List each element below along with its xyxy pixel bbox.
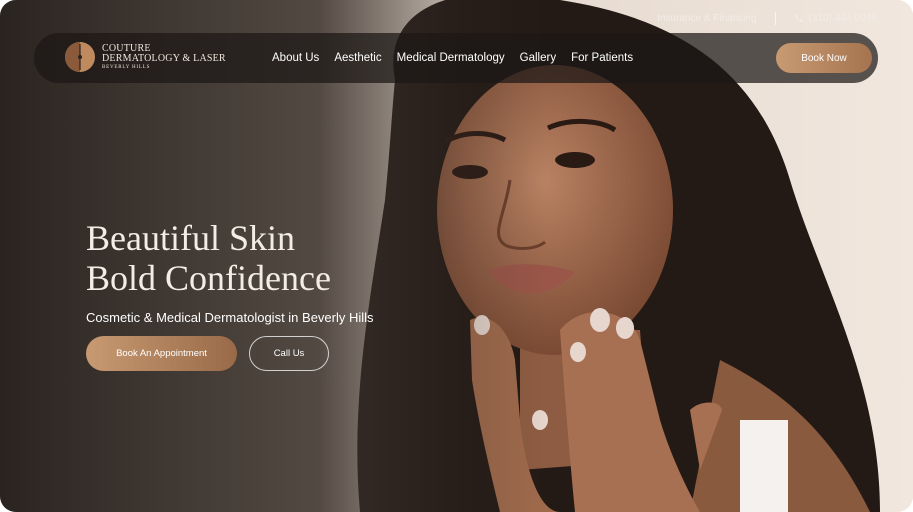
hero-cta-group: Book An Appointment Call Us [86, 336, 329, 371]
book-now-button[interactable]: Book Now [776, 43, 872, 73]
phone-icon [794, 14, 803, 22]
nav-item-about-us[interactable]: About Us [272, 52, 319, 64]
nav-item-for-patients[interactable]: For Patients [571, 52, 633, 64]
logo-mark-icon [65, 42, 95, 72]
nav-item-medical-dermatology[interactable]: Medical Dermatology [397, 52, 505, 64]
utility-divider [774, 11, 776, 25]
book-appointment-button[interactable]: Book An Appointment [86, 336, 237, 371]
main-navbar: COUTURE DERMATOLOGY & LASER BEVERLY HILL… [34, 33, 878, 83]
call-us-button[interactable]: Call Us [249, 336, 329, 371]
hero-headline-line-1: Beautiful Skin [86, 218, 295, 258]
site-logo[interactable]: COUTURE DERMATOLOGY & LASER BEVERLY HILL… [64, 41, 226, 73]
logo-wordmark: COUTURE DERMATOLOGY & LASER BEVERLY HILL… [102, 44, 226, 71]
page-frame: Insurance & Financing (310) 444-0946 COU… [0, 0, 913, 512]
hero-subheadline: Cosmetic & Medical Dermatologist in Beve… [86, 310, 374, 325]
nav-menu: About Us Aesthetic Medical Dermatology G… [272, 33, 633, 83]
logo-line-3: BEVERLY HILLS [102, 65, 151, 70]
phone-link[interactable]: (310) 444-0946 [794, 13, 877, 24]
nav-item-gallery[interactable]: Gallery [520, 52, 556, 64]
phone-number: (310) 444-0946 [808, 12, 877, 24]
nav-item-aesthetic[interactable]: Aesthetic [334, 52, 381, 64]
logo-line-2: DERMATOLOGY & LASER [102, 53, 226, 64]
hero-content: Beautiful Skin Bold Confidence Cosmetic … [86, 218, 374, 325]
utility-bar: Insurance & Financing (310) 444-0946 [657, 10, 877, 26]
insurance-financing-link[interactable]: Insurance & Financing [657, 13, 757, 24]
hero-headline-line-2: Bold Confidence [86, 258, 331, 298]
